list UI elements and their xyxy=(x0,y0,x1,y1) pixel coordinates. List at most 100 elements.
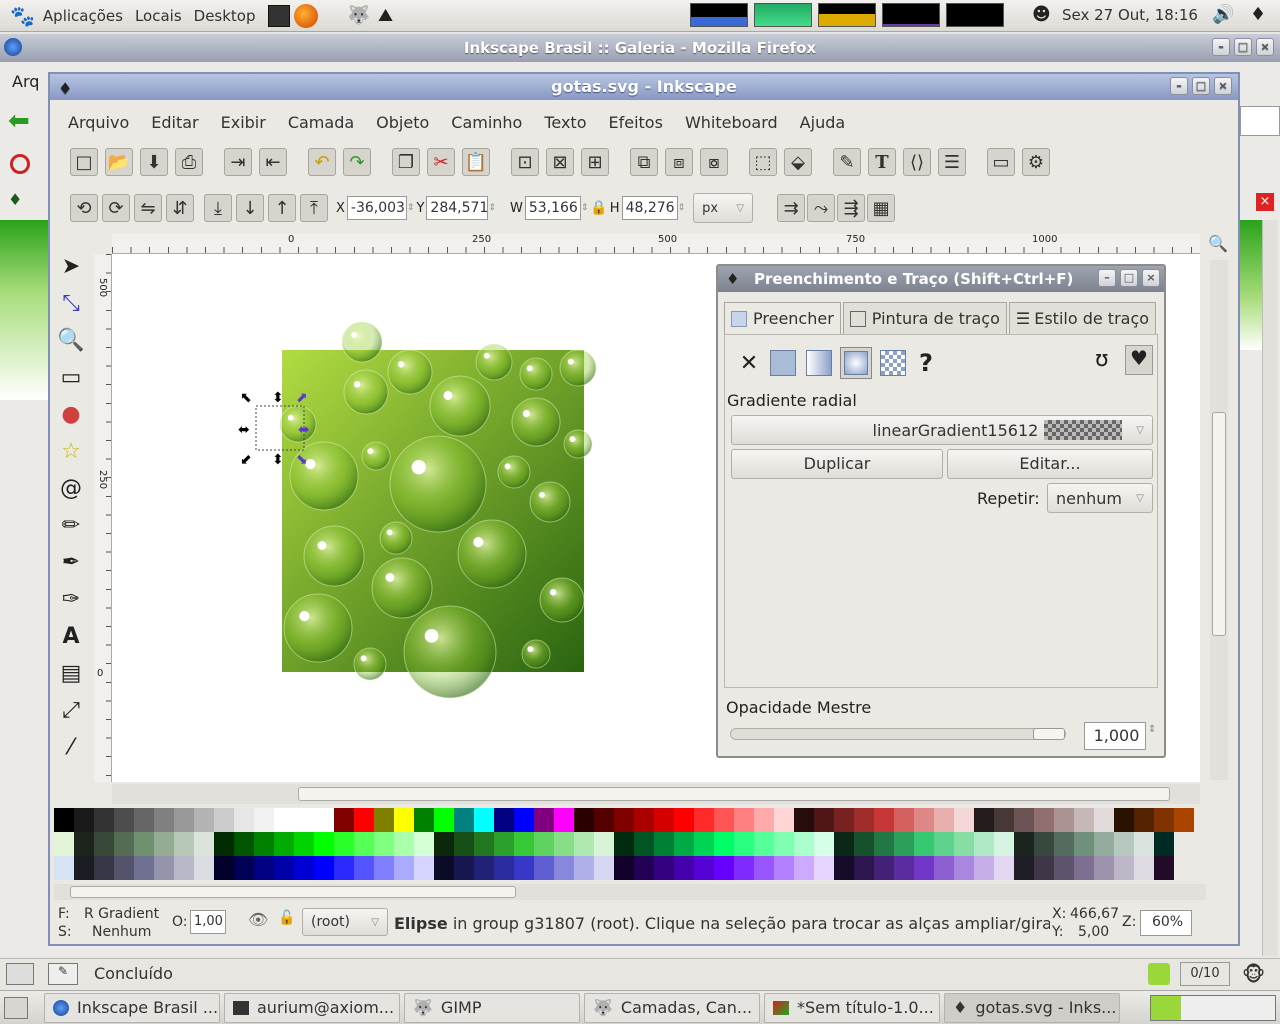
master-opacity-thumb[interactable] xyxy=(1033,728,1065,740)
palette-swatch[interactable] xyxy=(74,808,94,832)
palette-swatch[interactable] xyxy=(514,808,534,832)
palette-swatch[interactable] xyxy=(194,808,214,832)
water-drop[interactable] xyxy=(529,481,571,523)
palette-swatch[interactable] xyxy=(714,856,734,880)
gimp-launcher-icon[interactable]: 🐺 xyxy=(348,5,370,26)
palette-swatch[interactable] xyxy=(634,832,654,856)
palette-swatch[interactable] xyxy=(1014,832,1034,856)
zoom-field[interactable]: 60% xyxy=(1140,910,1192,936)
palette-swatch[interactable] xyxy=(1074,832,1094,856)
export-icon[interactable]: ⇤ xyxy=(259,148,287,176)
lower-to-bottom-icon[interactable]: ⤓ xyxy=(204,194,232,222)
rectangle-tool-icon[interactable]: ▭ xyxy=(54,360,88,394)
clone-icon[interactable]: ⧈ xyxy=(665,148,693,176)
palette-scrollbar[interactable] xyxy=(54,884,1206,900)
star-tool-icon[interactable]: ☆ xyxy=(54,434,88,468)
palette-swatch[interactable] xyxy=(774,808,794,832)
palette-swatch[interactable] xyxy=(974,832,994,856)
palette-swatch[interactable] xyxy=(934,808,954,832)
palette-swatch[interactable] xyxy=(434,808,454,832)
menu-aplicacoes[interactable]: Aplicações xyxy=(43,7,123,25)
menu-locais[interactable]: Locais xyxy=(135,7,182,25)
y-spin-icon[interactable]: ⇕ xyxy=(488,203,496,213)
water-drop[interactable] xyxy=(539,577,585,623)
palette-swatch[interactable] xyxy=(294,808,314,832)
palette-swatch[interactable] xyxy=(994,856,1014,880)
canvas-hscrollbar[interactable] xyxy=(112,784,1200,804)
drop-image-group[interactable] xyxy=(279,321,597,699)
palette-swatch[interactable] xyxy=(874,808,894,832)
back-arrow-icon[interactable]: ⬅ xyxy=(8,106,30,136)
palette-swatch[interactable] xyxy=(154,808,174,832)
palette-swatch[interactable] xyxy=(614,832,634,856)
dropper-tool-icon[interactable]: ⁄ xyxy=(54,730,88,764)
palette-swatch[interactable] xyxy=(494,832,514,856)
text-font-dialog-icon[interactable]: T xyxy=(868,148,896,176)
palette-swatch[interactable] xyxy=(54,808,74,832)
palette-swatch[interactable] xyxy=(94,808,114,832)
tab-pintura-traco[interactable]: Pintura de traço xyxy=(842,302,1007,334)
palette-swatch[interactable] xyxy=(394,808,414,832)
scale-stroke-icon[interactable]: ⇉ xyxy=(777,194,806,222)
palette-swatch[interactable] xyxy=(254,808,274,832)
palette-swatch[interactable] xyxy=(914,856,934,880)
palette-swatch[interactable] xyxy=(574,808,594,832)
group-icon[interactable]: ⬚ xyxy=(749,148,777,176)
ink-minimize-button[interactable]: – xyxy=(1170,77,1188,95)
selection-handles[interactable]: ⬉ ⬍ ⬈ ⬌ ⬌ ⬋ ⬍ ⬊ xyxy=(238,390,310,468)
import-icon[interactable]: ⇥ xyxy=(224,148,252,176)
palette-swatch[interactable] xyxy=(94,832,114,856)
palette-swatch[interactable] xyxy=(774,856,794,880)
palette-swatch[interactable] xyxy=(974,856,994,880)
layer-select[interactable]: (root) ▽ xyxy=(302,908,388,936)
palette-swatch[interactable] xyxy=(374,808,394,832)
fill-stroke-dialog-icon[interactable]: ✎ xyxy=(833,148,861,176)
palette-swatch[interactable] xyxy=(1034,856,1054,880)
user-icon[interactable]: ☻ xyxy=(1032,4,1051,25)
ff-url-bar-partial[interactable] xyxy=(1240,106,1280,136)
palette-swatch[interactable] xyxy=(194,832,214,856)
task-inkscape-brasil[interactable]: Inkscape Brasil ... xyxy=(44,992,220,1023)
unit-select[interactable]: px ▽ xyxy=(693,193,754,223)
palette-swatch[interactable] xyxy=(434,832,454,856)
palette-swatch[interactable] xyxy=(1114,832,1134,856)
palette-swatch[interactable] xyxy=(994,808,1014,832)
raise-icon[interactable]: ↑ xyxy=(268,194,296,222)
transform-patterns-icon[interactable]: ▦ xyxy=(867,194,896,222)
palette-swatch[interactable] xyxy=(934,832,954,856)
palette-swatch[interactable] xyxy=(374,832,394,856)
palette-swatch[interactable] xyxy=(494,808,514,832)
gradient-tool-icon[interactable]: ▤ xyxy=(54,656,88,690)
palette-swatch[interactable] xyxy=(154,832,174,856)
palette-swatch[interactable] xyxy=(634,856,654,880)
palette-swatch[interactable] xyxy=(1134,808,1154,832)
palette-swatch[interactable] xyxy=(914,808,934,832)
hscroll-thumb[interactable] xyxy=(298,787,1170,801)
inkscape-launcher-icon[interactable]: ⛰ xyxy=(378,5,393,26)
flip-vertical-icon[interactable]: ⇵ xyxy=(166,194,194,222)
ellipse-tool-icon[interactable]: ● xyxy=(54,397,88,431)
palette-swatch[interactable] xyxy=(114,832,134,856)
palette-swatch[interactable] xyxy=(354,832,374,856)
zoom-corner-icon[interactable]: 🔍 xyxy=(1208,234,1228,253)
inkscape-preferences-icon[interactable]: ⚙ xyxy=(1022,148,1050,176)
palette-swatch[interactable] xyxy=(394,856,414,880)
menu-caminho[interactable]: Caminho xyxy=(451,113,522,132)
palette-swatch[interactable] xyxy=(1034,808,1054,832)
task-terminal[interactable]: aurium@axiom... xyxy=(224,992,400,1023)
volume-icon[interactable]: 🔊 xyxy=(1212,4,1234,25)
palette-swatch[interactable] xyxy=(734,832,754,856)
palette-swatch[interactable] xyxy=(574,832,594,856)
handle-nw-icon[interactable]: ⬉ xyxy=(240,390,252,406)
w-spin-icon[interactable]: ⇕ xyxy=(581,203,589,213)
palette-swatch[interactable] xyxy=(674,832,694,856)
palette-swatch[interactable] xyxy=(1034,832,1054,856)
palette-swatch[interactable] xyxy=(914,832,934,856)
water-drop[interactable] xyxy=(521,639,551,669)
palette-swatch[interactable] xyxy=(894,832,914,856)
redo-icon[interactable]: ↷ xyxy=(343,148,371,176)
water-drop[interactable] xyxy=(519,357,553,391)
palette-swatch[interactable] xyxy=(334,808,354,832)
palette-swatch[interactable] xyxy=(474,832,494,856)
palette-swatch[interactable] xyxy=(54,832,74,856)
